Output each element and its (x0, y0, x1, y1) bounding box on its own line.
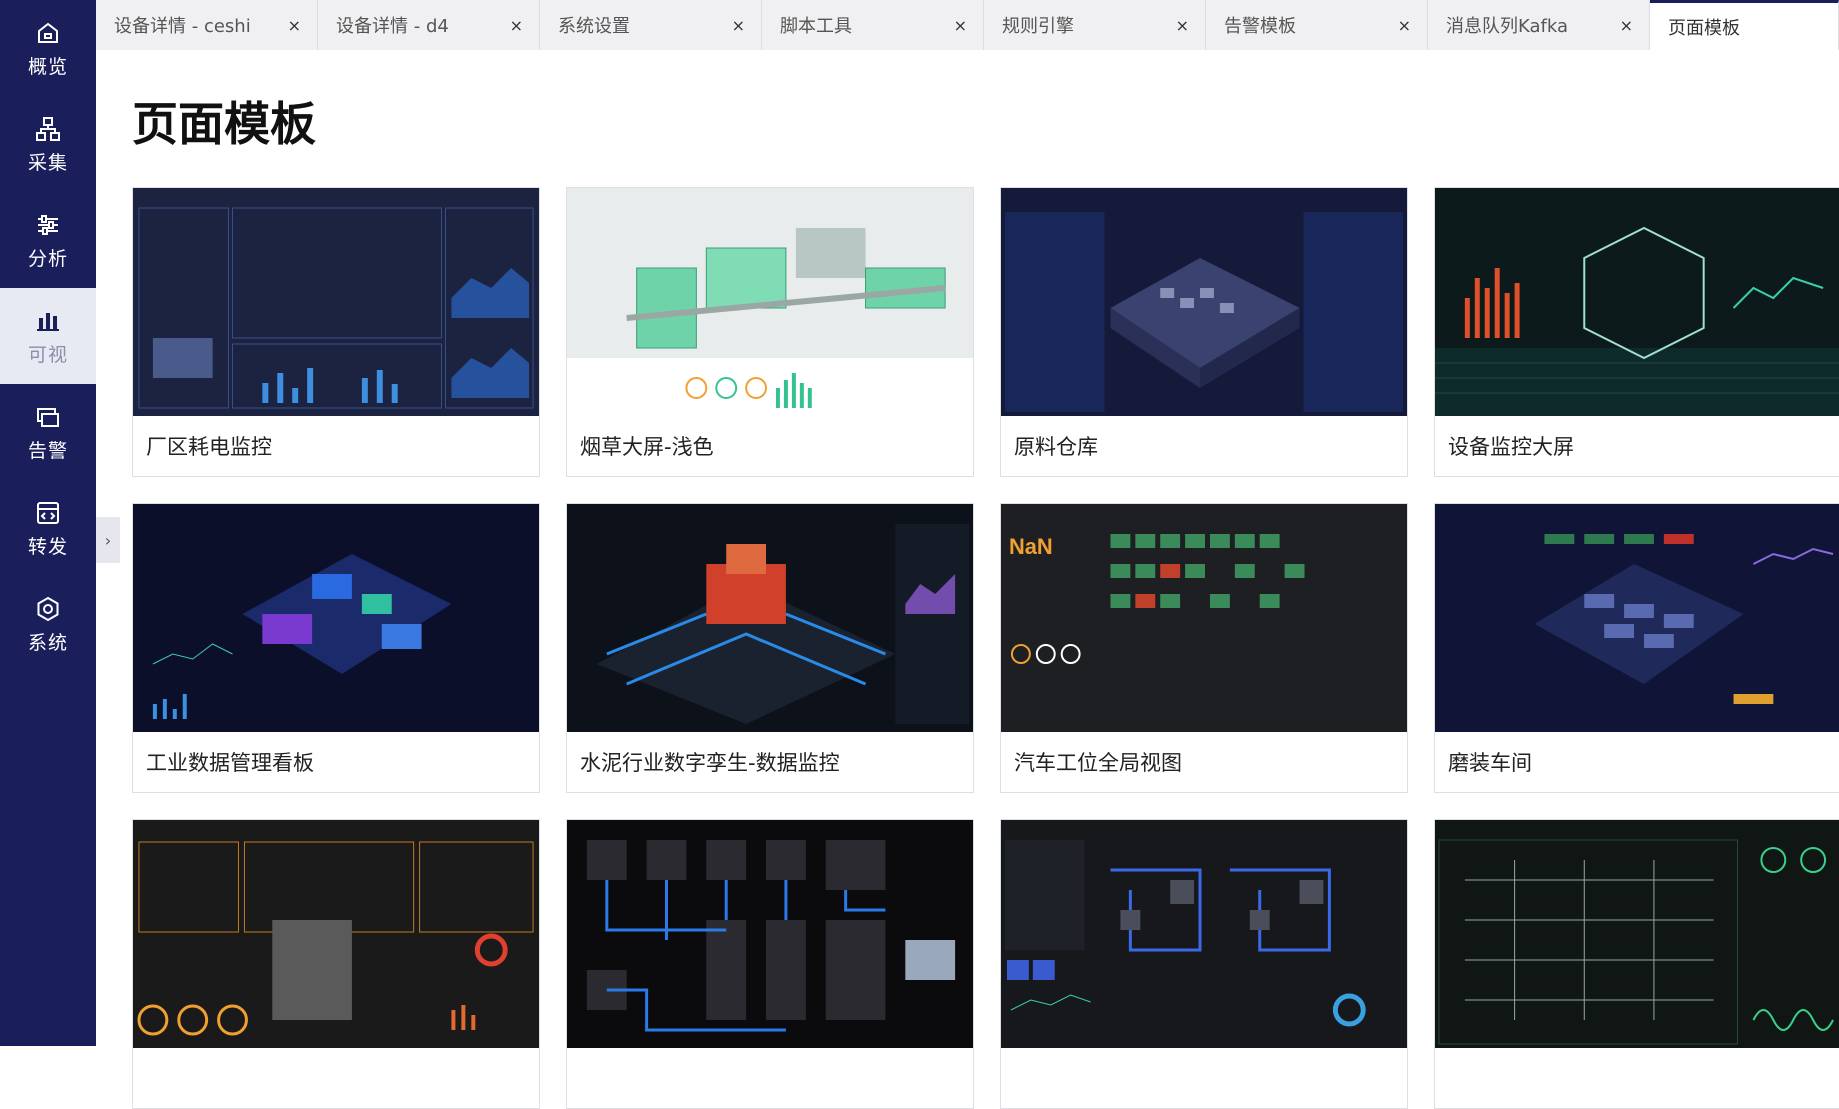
tab-label: 消息队列Kafka (1446, 16, 1568, 37)
template-name: 厂区耗电监控 (146, 435, 272, 459)
template-thumbnail (567, 188, 973, 416)
template-thumbnail: NaN (1001, 504, 1407, 732)
nav-label: 告警 (27, 439, 68, 462)
template-thumbnail (1435, 820, 1839, 1048)
tab-system-settings[interactable]: 系统设置 × (540, 0, 762, 50)
template-thumbnail (1435, 504, 1839, 732)
nav-item-analysis[interactable]: 分析 (0, 192, 96, 288)
expand-sidebar-button[interactable]: › (96, 517, 120, 563)
template-name: 磨装车间 (1448, 751, 1532, 775)
nav-item-forward[interactable]: 转发 (0, 480, 96, 576)
tab-label: 页面模板 (1668, 17, 1740, 39)
tab-bar: 设备详情 - ceshi × 设备详情 - d4 × 系统设置 × 脚本工具 × 规则引… (96, 0, 1839, 50)
tab-rule-engine[interactable]: 规则引擎 × (984, 0, 1206, 50)
template-name: 工业数据管理看板 (146, 751, 314, 775)
tab-device-ceshi[interactable]: 设备详情 - ceshi × (96, 0, 318, 50)
tab-kafka[interactable]: 消息队列Kafka × (1428, 0, 1650, 50)
tab-page-templates[interactable]: 页面模板 (1650, 0, 1839, 50)
close-icon[interactable]: × (1398, 16, 1411, 35)
template-name (567, 1048, 973, 1108)
chevron-right-icon: › (104, 530, 112, 550)
template-name (133, 1048, 539, 1108)
template-card[interactable]: NaN 汽车工位全局视图 (1000, 503, 1408, 793)
template-thumbnail (133, 504, 539, 732)
hexagon-gear-icon (37, 596, 59, 621)
template-card[interactable]: 原料仓库 (1000, 187, 1408, 477)
template-card[interactable]: 水泥行业数字孪生-数据监控 (566, 503, 974, 793)
home-icon (38, 22, 58, 43)
nav-item-collect[interactable]: 采集 (0, 96, 96, 192)
template-card[interactable]: 厂区耗电监控 (132, 187, 540, 477)
template-card[interactable] (1434, 819, 1839, 1109)
sidebar: 概览 采集 分析 可视 告警 转发 系统 (0, 0, 96, 1046)
nav-label: 系统 (27, 631, 68, 654)
close-icon[interactable]: × (288, 16, 301, 35)
bar-chart-icon (37, 312, 59, 331)
nav-item-system[interactable]: 系统 (0, 576, 96, 672)
template-card[interactable]: 烟草大屏-浅色 (566, 187, 974, 477)
tab-label: 设备详情 - d4 (336, 16, 449, 37)
nav-item-visual[interactable]: 可视 (0, 288, 96, 384)
template-name: 汽车工位全局视图 (1014, 751, 1182, 775)
template-name: 设备监控大屏 (1448, 435, 1574, 459)
template-thumbnail (1001, 188, 1407, 416)
template-thumbnail (1435, 188, 1839, 416)
close-icon[interactable]: × (510, 16, 523, 35)
template-card[interactable]: 磨装车间 (1434, 503, 1839, 793)
filter-sliders-icon (38, 214, 58, 235)
forward-icon (37, 501, 59, 524)
template-name (1435, 1048, 1839, 1108)
template-card[interactable] (132, 819, 540, 1109)
close-icon[interactable]: × (1620, 16, 1633, 35)
template-name: 原料仓库 (1014, 435, 1098, 459)
nav-label: 概览 (27, 55, 68, 78)
template-card[interactable]: 设备监控大屏 (1434, 187, 1839, 477)
tab-label: 脚本工具 (780, 16, 852, 37)
close-icon[interactable]: × (954, 16, 967, 35)
template-thumbnail (567, 820, 973, 1048)
template-name: 烟草大屏-浅色 (580, 435, 714, 459)
page-title: 页面模板 (132, 97, 316, 151)
close-icon[interactable]: × (732, 16, 745, 35)
nav-item-alert[interactable]: 告警 (0, 384, 96, 480)
tab-device-d4[interactable]: 设备详情 - d4 × (318, 0, 540, 50)
alert-layers-icon (37, 407, 59, 427)
template-thumbnail (133, 188, 539, 416)
tab-script-tools[interactable]: 脚本工具 × (762, 0, 984, 50)
nav-item-overview[interactable]: 概览 (0, 0, 96, 96)
hierarchy-icon (36, 116, 60, 141)
tab-label: 设备详情 - ceshi (114, 16, 251, 37)
template-name: 水泥行业数字孪生-数据监控 (580, 751, 840, 775)
nav-label: 可视 (27, 343, 68, 366)
nav-label: 采集 (27, 151, 68, 174)
nav-label: 转发 (27, 535, 68, 558)
template-card[interactable] (1000, 819, 1408, 1109)
tab-alert-template[interactable]: 告警模板 × (1206, 0, 1428, 50)
template-thumbnail (567, 504, 973, 732)
close-icon[interactable]: × (1176, 16, 1189, 35)
tab-label: 告警模板 (1224, 16, 1296, 37)
template-name (1001, 1048, 1407, 1108)
template-card[interactable] (566, 819, 974, 1109)
tab-label: 规则引擎 (1002, 16, 1074, 37)
template-thumbnail (133, 820, 539, 1048)
template-thumbnail (1001, 820, 1407, 1048)
svg-text:NaN: NaN (1009, 534, 1053, 559)
template-card[interactable]: 工业数据管理看板 (132, 503, 540, 793)
tab-label: 系统设置 (558, 16, 630, 37)
nav-label: 分析 (27, 247, 68, 270)
